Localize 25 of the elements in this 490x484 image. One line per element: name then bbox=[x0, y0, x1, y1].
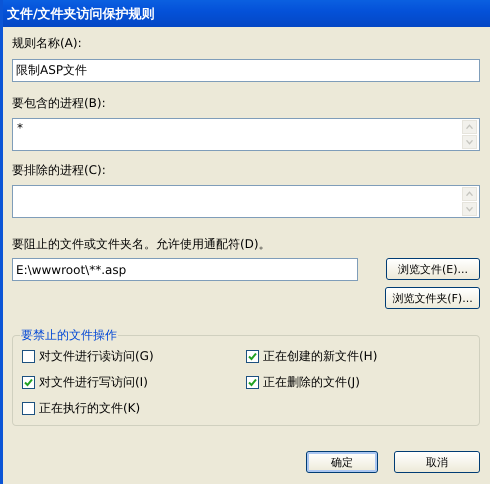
checkbox-box[interactable] bbox=[22, 376, 35, 389]
checkbox[interactable]: 正在创建的新文件(H) bbox=[246, 348, 469, 365]
checkbox-box[interactable] bbox=[22, 402, 35, 415]
browse-button[interactable]: 浏览文件夹(F)... bbox=[385, 287, 480, 309]
field-label: 规则名称(A): bbox=[12, 36, 83, 51]
cancel-button[interactable]: 取消 bbox=[394, 451, 480, 473]
checkbox[interactable]: 对文件进行读访问(G) bbox=[22, 348, 246, 365]
checkbox-box[interactable] bbox=[246, 376, 259, 389]
checkbox-box[interactable] bbox=[22, 350, 35, 363]
check-icon bbox=[248, 352, 257, 361]
input-field[interactable]: E:\wwwroot\**.asp bbox=[12, 258, 358, 281]
check-icon bbox=[248, 378, 257, 387]
checkbox[interactable]: 对文件进行写访问(I) bbox=[22, 374, 246, 391]
field-label: 要排除的进程(C): bbox=[12, 163, 107, 178]
input-field[interactable]: 限制ASP文件 bbox=[12, 59, 480, 82]
checkbox-box[interactable] bbox=[246, 350, 259, 363]
checkbox[interactable]: 正在执行的文件(K) bbox=[22, 400, 246, 417]
ok-button[interactable]: 确定 bbox=[306, 451, 378, 473]
field-label: 要阻止的文件或文件夹名。允许使用通配符(D)。 bbox=[12, 237, 272, 252]
window-title: 文件/文件夹访问保护规则 bbox=[7, 6, 155, 22]
checkbox[interactable]: 正在删除的文件(J) bbox=[246, 374, 469, 391]
group-title: 要禁止的文件操作 bbox=[20, 327, 118, 344]
browse-button[interactable]: 浏览文件(E)... bbox=[386, 258, 480, 280]
check-icon bbox=[24, 378, 33, 387]
field-label: 要包含的进程(B): bbox=[12, 96, 107, 111]
